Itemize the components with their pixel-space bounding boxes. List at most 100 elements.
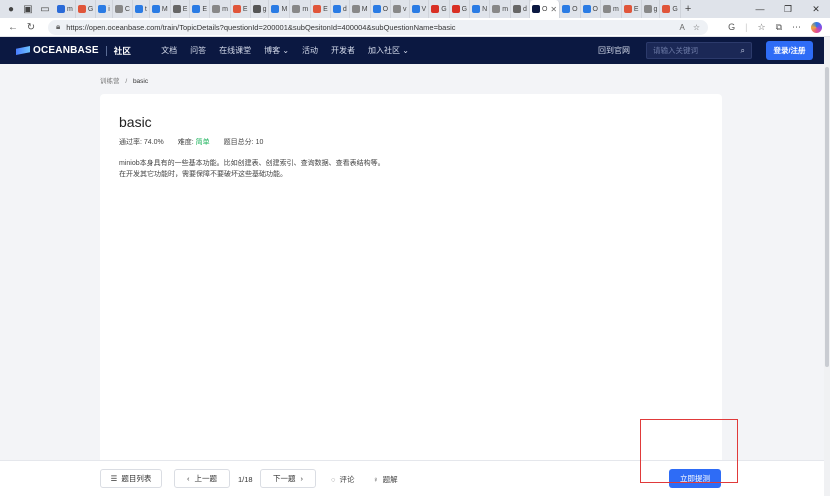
browser-tab[interactable]: M — [269, 0, 291, 18]
browser-tab[interactable]: G — [450, 0, 471, 18]
tab-favicon-icon — [582, 5, 591, 13]
favorite-star-icon[interactable]: ☆ — [693, 23, 700, 32]
copilot-icon[interactable] — [811, 21, 822, 33]
browser-tab[interactable]: M — [150, 0, 171, 18]
browser-tab[interactable]: G — [660, 0, 681, 18]
browser-tab-active[interactable]: O ✕ — [529, 0, 561, 18]
problem-meta: 通过率: 74.0% 难度: 简单 题目总分: 10 — [119, 137, 263, 147]
address-bar-row: ← ↻ 🔒︎ https://open.oceanbase.com/train/… — [0, 18, 830, 37]
next-button[interactable]: 下一题 › — [260, 469, 316, 488]
tab-label: g — [262, 5, 267, 13]
collections-icon[interactable]: ⧉ — [776, 22, 782, 33]
back-icon[interactable]: ← — [4, 22, 22, 33]
logo-mark-icon — [16, 46, 30, 55]
nav-item-blog[interactable]: 博客 ⌄ — [264, 45, 289, 56]
tab-label: t — [144, 5, 147, 13]
problem-list-button[interactable]: ☰ 题目列表 — [100, 469, 162, 488]
tab-favicon-icon — [411, 5, 420, 13]
favorites-icon[interactable]: ☆ — [757, 22, 765, 33]
community-label: 社区 — [113, 45, 132, 56]
browser-tab[interactable]: E — [190, 0, 211, 18]
home-link[interactable]: 回到官网 — [598, 45, 630, 56]
close-window-icon[interactable]: ✕ — [802, 4, 830, 15]
scrollbar-thumb[interactable] — [825, 67, 829, 367]
login-register-button[interactable]: 登录/注册 — [766, 41, 813, 60]
new-tab-button[interactable]: + — [685, 3, 691, 15]
browser-tab[interactable]: d — [511, 0, 530, 18]
browser-tab[interactable]: E — [622, 0, 642, 18]
refresh-icon[interactable]: ↻ — [22, 22, 40, 33]
browser-tab[interactable]: V — [410, 0, 430, 18]
more-menu-icon[interactable]: ⋯ — [792, 22, 801, 33]
browser-tab[interactable]: t — [133, 0, 150, 18]
browser-tab[interactable]: G — [429, 0, 450, 18]
nav-item-docs[interactable]: 文档 — [161, 45, 177, 56]
browser-tab[interactable]: G — [76, 0, 97, 18]
browser-tab[interactable]: M — [350, 0, 371, 18]
profile-icon[interactable]: ● — [4, 2, 18, 16]
search-icon[interactable]: ⌕ — [741, 46, 745, 56]
tab-actions-icon[interactable]: ▭ — [38, 2, 52, 16]
restore-icon[interactable]: ❐ — [774, 4, 802, 15]
browser-tab[interactable]: d — [331, 0, 350, 18]
nav-item-qa[interactable]: 问答 — [190, 45, 206, 56]
browser-tab[interactable]: g — [642, 0, 661, 18]
url-field[interactable]: 🔒︎ https://open.oceanbase.com/train/Topi… — [48, 19, 708, 35]
breadcrumb: 训练营 / basic — [100, 75, 148, 85]
prev-button[interactable]: ‹ 上一题 — [174, 469, 230, 488]
comment-button[interactable]: ◌ 评论 — [331, 474, 354, 485]
difficulty: 难度: 简单 — [177, 139, 210, 146]
browser-tab[interactable]: O — [371, 0, 392, 18]
tab-favicon-icon — [562, 5, 571, 13]
tab-favicon-icon — [192, 5, 201, 13]
tab-label: M — [281, 5, 288, 13]
tab-favicon-icon — [623, 5, 632, 13]
tab-label: E — [182, 5, 188, 13]
tab-label: G — [672, 5, 678, 13]
close-tab-icon[interactable]: ✕ — [550, 5, 557, 14]
tab-favicon-icon — [77, 5, 86, 13]
browser-tab[interactable]: O — [581, 0, 601, 18]
tab-favicon-icon — [643, 5, 652, 13]
oceanbase-logo[interactable]: OCEANBASE 社区 — [16, 45, 131, 57]
minimize-icon[interactable]: — — [746, 4, 774, 14]
breadcrumb-current: basic — [132, 78, 149, 85]
tab-favicon-icon — [271, 5, 280, 13]
browser-tab[interactable]: m — [210, 0, 231, 18]
scrollbar[interactable] — [824, 37, 830, 496]
read-aloud-icon[interactable]: A — [679, 23, 684, 32]
browser-tab-strip: ● ▣ ▭ m Gi Ct M E Em Eg Mm Ed M Ov V G G Nm d O ✕ O Om Eg G +… — [0, 0, 830, 18]
tab-favicon-icon — [172, 5, 181, 13]
browser-tab[interactable]: m — [55, 0, 76, 18]
extension-icon[interactable]: G — [728, 22, 735, 32]
browser-tab[interactable]: O — [560, 0, 581, 18]
solution-button[interactable]: ♀ 题解 — [373, 474, 398, 485]
browser-tab[interactable]: i — [96, 0, 113, 18]
lock-icon: 🔒︎ — [56, 22, 61, 31]
breadcrumb-parent[interactable]: 训练营 — [100, 78, 120, 85]
browser-tab[interactable]: C — [113, 0, 133, 18]
submit-test-button[interactable]: 立即提测 — [669, 469, 721, 488]
browser-tab[interactable]: g — [251, 0, 270, 18]
nav-item-events[interactable]: 活动 — [302, 45, 318, 56]
browser-tab[interactable]: E — [231, 0, 251, 18]
search-input[interactable]: 请输入关键词 ⌕ — [646, 42, 752, 59]
tab-favicon-icon — [292, 5, 301, 13]
tab-favicon-icon — [313, 5, 322, 13]
browser-tab[interactable]: N — [470, 0, 491, 18]
nav-item-developers[interactable]: 开发者 — [331, 45, 355, 56]
nav-item-join[interactable]: 加入社区 ⌄ — [368, 45, 409, 56]
browser-tab[interactable]: v — [391, 0, 410, 18]
tab-label: O — [382, 5, 389, 13]
total-score: 题目总分: 10 — [223, 139, 264, 146]
browser-tab[interactable]: E — [171, 0, 191, 18]
workspaces-icon[interactable]: ▣ — [21, 2, 35, 16]
tab-favicon-icon — [151, 5, 160, 13]
browser-tab[interactable]: m — [601, 0, 622, 18]
browser-tab[interactable]: E — [311, 0, 331, 18]
browser-tab[interactable]: m — [290, 0, 312, 18]
nav-item-classroom[interactable]: 在线课堂 — [219, 45, 251, 56]
tab-favicon-icon — [252, 5, 261, 13]
browser-tab[interactable]: m — [490, 0, 512, 18]
page-indicator: 1/18 — [238, 475, 253, 484]
